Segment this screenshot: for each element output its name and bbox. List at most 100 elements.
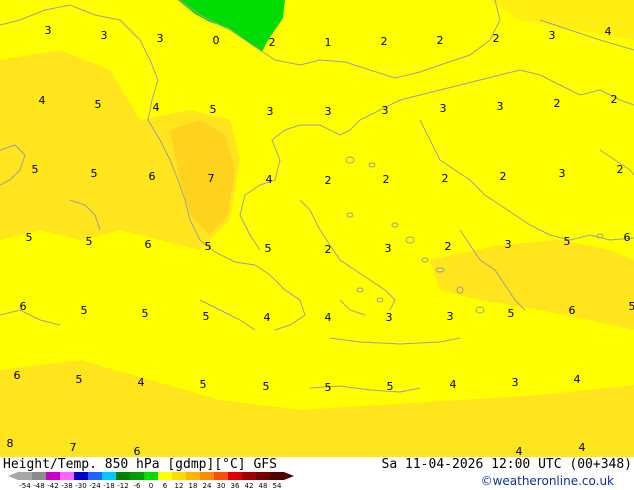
temperature-value-label: 5	[26, 231, 33, 244]
colorbar-tick-label: 42	[245, 482, 254, 489]
colorbar-tick-label: -6	[134, 482, 142, 489]
temperature-value-label: 5	[76, 373, 83, 386]
temperature-value-label: 5	[200, 378, 207, 391]
temperature-value-label: 5	[263, 380, 270, 393]
temperature-value-label: 5	[205, 240, 212, 253]
colorbar-swatch	[242, 472, 256, 480]
colorbar-swatch	[200, 472, 214, 480]
colorbar-swatch	[46, 472, 60, 480]
temperature-value-label: 6	[134, 445, 141, 457]
colorbar-swatch	[228, 472, 242, 480]
temperature-value-label: 4	[516, 445, 523, 457]
colorbar-tick-label: 12	[175, 482, 184, 489]
colorbar-swatch	[130, 472, 144, 480]
temperature-value-label: 5	[32, 163, 39, 176]
temperature-value-label: 2	[617, 163, 624, 176]
temperature-value-label: 4	[266, 173, 273, 186]
temperature-value-label: 5	[95, 98, 102, 111]
colorbar-tick-label: -24	[89, 482, 101, 489]
temperature-value-label: 2	[493, 32, 500, 45]
temperature-value-label: 6	[569, 304, 576, 317]
colorbar-swatch	[158, 472, 172, 480]
temperature-value-label: 3	[447, 310, 454, 323]
colorbar-tick-label: -18	[103, 482, 114, 489]
temperature-value-label: 5	[210, 103, 217, 116]
temperature-value-label: 2	[611, 93, 618, 106]
temperature-value-label: 3	[505, 238, 512, 251]
temperature-value-label: 3	[440, 102, 447, 115]
colorbar-tick-label: -42	[47, 482, 58, 489]
temperature-value-label: 4	[153, 101, 160, 114]
color-scale-bar: -54 -48 -42 -38 -30 -24 -18 -12 -6 0 6 12 18 24 30 36 42…	[8, 472, 294, 489]
footer: Height/Temp. 850 hPa [gdmp][°C] GFS Sa 1…	[0, 457, 634, 490]
temperature-value-label: 4	[579, 441, 586, 454]
temperature-value-label: 3	[512, 376, 519, 389]
colorbar-swatch	[186, 472, 200, 480]
temperature-value-label: 4	[605, 25, 612, 38]
colorbar-swatch	[116, 472, 130, 480]
temperature-value-label: 2	[554, 97, 561, 110]
colorbar-swatch	[88, 472, 102, 480]
temperature-value-label: 4	[450, 378, 457, 391]
temperature-value-label: 2	[437, 34, 444, 47]
temperature-value-label: 2	[500, 170, 507, 183]
temperature-value-label: 5	[265, 242, 272, 255]
colorbar-swatch	[74, 472, 88, 480]
temperature-value-label: 7	[70, 441, 77, 454]
temperature-value-label: 2	[325, 174, 332, 187]
temperature-value-label: 3	[325, 105, 332, 118]
temperature-value-label: 1	[325, 36, 332, 49]
temperature-value-label: 5	[508, 307, 515, 320]
temperature-value-label: 0	[213, 34, 220, 47]
temperature-value-label: 4	[39, 94, 46, 107]
temperature-value-label: 6	[624, 231, 631, 244]
colorbar-left-arrow	[8, 472, 18, 480]
temperature-value-label: 3	[559, 167, 566, 180]
colorbar-tick-label: 36	[231, 482, 240, 489]
temperature-value-label: 3	[45, 24, 52, 37]
colorbar-tick-label: 24	[203, 482, 212, 489]
temperature-value-label: 6	[14, 369, 21, 382]
colorbar-right-arrow	[284, 472, 294, 480]
temperature-value-label: 6	[149, 170, 156, 183]
colorbar-swatch	[102, 472, 116, 480]
temperature-value-label: 5	[91, 167, 98, 180]
colorbar-tick-label: -48	[33, 482, 44, 489]
colorbar-tick-label: -12	[117, 482, 128, 489]
temperature-value-label: 6	[20, 300, 27, 313]
colorbar-swatch	[270, 472, 284, 480]
colorbar-swatch	[172, 472, 186, 480]
colorbar-swatch	[214, 472, 228, 480]
temperature-value-label: 2	[445, 240, 452, 253]
temperature-value-label: 3	[101, 29, 108, 42]
temperature-value-label: 3	[549, 29, 556, 42]
temperature-value-label: 5	[142, 307, 149, 320]
weather-map: 3 3 3 0 2 1 2 2 2 3 4 4 5 4 5 3 3 3 3 3 2 2 5 5 6 7 4 2 2 2 2 3 2 5 5 6 5 5 2 3…	[0, 0, 634, 457]
valid-time: Sa 11-04-2026 12:00 UTC (00+348)	[381, 457, 632, 472]
temperature-value-label: 5	[81, 304, 88, 317]
temperature-value-label: 8	[7, 437, 14, 450]
temperature-value-label: 5	[325, 381, 332, 394]
temperature-value-label: 5	[564, 235, 571, 248]
temperature-value-label: 5	[629, 300, 634, 313]
temperature-value-label: 2	[325, 243, 332, 256]
colorbar-swatch	[144, 472, 158, 480]
temperature-value-label: 3	[386, 311, 393, 324]
colorbar-tick-label: -54	[19, 482, 31, 489]
temperature-value-label: 6	[145, 238, 152, 251]
temperature-value-label: 4	[264, 311, 271, 324]
temperature-value-label: 2	[269, 36, 276, 49]
colorbar-tick-label: -30	[75, 482, 86, 489]
temperature-value-label: 7	[208, 172, 215, 185]
colorbar-swatch	[60, 472, 74, 480]
temperature-value-label: 2	[442, 172, 449, 185]
temperature-value-label: 4	[325, 311, 332, 324]
website-credit[interactable]: ©weatheronline.co.uk	[481, 474, 614, 488]
colorbar-tick-label: 18	[189, 482, 198, 489]
colorbar-tick-label: 48	[259, 482, 268, 489]
temperature-value-label: 3	[385, 242, 392, 255]
colorbar-swatch	[256, 472, 270, 480]
temperature-value-label: 3	[382, 104, 389, 117]
temperature-value-label: 5	[387, 380, 394, 393]
colorbar-swatch	[32, 472, 46, 480]
